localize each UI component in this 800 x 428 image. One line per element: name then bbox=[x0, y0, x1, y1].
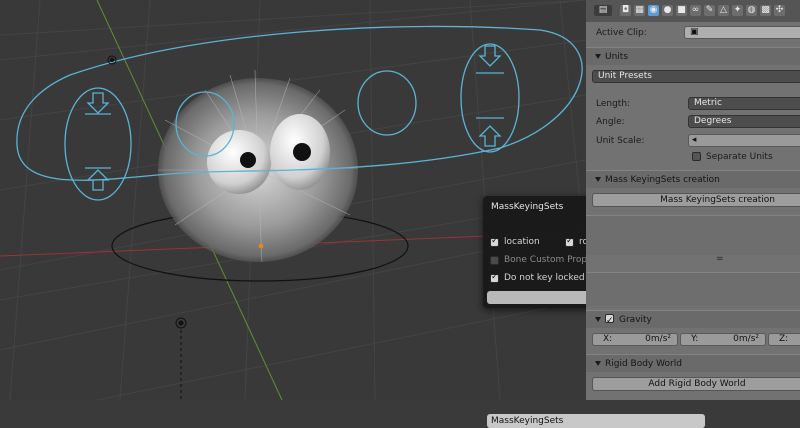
unit-scale-label: Unit Scale: bbox=[596, 136, 645, 146]
world-icon[interactable]: ● bbox=[662, 5, 673, 16]
object-icon[interactable]: ■ bbox=[676, 5, 687, 16]
hidden-panel-2 bbox=[586, 272, 800, 306]
render-layers-icon[interactable]: ▦ bbox=[634, 5, 645, 16]
locked-channels-checkbox[interactable] bbox=[490, 272, 499, 283]
rigid-body-world-panel-header[interactable]: Rigid Body World bbox=[586, 354, 800, 372]
angle-dropdown[interactable]: Degrees bbox=[688, 115, 800, 128]
collapse-triangle-icon bbox=[595, 54, 601, 59]
add-rigid-body-world-button[interactable]: Add Rigid Body World bbox=[592, 377, 800, 391]
scene-icon[interactable]: ◉ bbox=[648, 5, 659, 16]
location-label: location bbox=[504, 237, 540, 247]
keying-set-name-field[interactable]: MassKeyingSets bbox=[487, 414, 705, 428]
material-icon[interactable]: ◍ bbox=[746, 5, 757, 16]
units-panel-header[interactable]: Units bbox=[586, 47, 800, 65]
z-label: Z: bbox=[779, 334, 789, 344]
active-clip-label: Active Clip: bbox=[596, 28, 647, 38]
collapse-triangle-icon bbox=[595, 177, 601, 182]
popup-title: MassKeyingSets bbox=[491, 202, 564, 212]
scene-menu-icon[interactable]: ▤ bbox=[594, 5, 612, 16]
bone-custom-properties-checkbox[interactable] bbox=[490, 256, 499, 265]
active-clip-field[interactable]: ▣ bbox=[684, 26, 800, 39]
gravity-y-field[interactable]: Y: 0m/s² bbox=[680, 333, 766, 346]
render-icon[interactable]: ◘ bbox=[620, 5, 631, 16]
origin-point bbox=[258, 243, 264, 249]
data-icon[interactable]: △ bbox=[718, 5, 729, 16]
gravity-checkbox[interactable] bbox=[605, 312, 614, 330]
x-label: X: bbox=[603, 334, 613, 344]
gravity-panel-header[interactable]: Gravity bbox=[586, 310, 800, 330]
particles-icon[interactable]: ✣ bbox=[774, 5, 785, 16]
gravity-z-field[interactable]: Z: bbox=[768, 333, 800, 346]
mass-header-label: Mass KeyingSets creation bbox=[605, 175, 720, 185]
y-label: Y: bbox=[691, 334, 699, 344]
location-checkbox[interactable] bbox=[490, 236, 499, 247]
units-header-label: Units bbox=[605, 52, 629, 62]
left-eye bbox=[207, 130, 271, 194]
unit-scale-field[interactable]: ◂ bbox=[688, 134, 800, 147]
y-value: 0m/s² bbox=[733, 334, 759, 344]
separate-units-label: Separate Units bbox=[706, 152, 773, 162]
angle-label: Angle: bbox=[596, 117, 625, 127]
texture-icon[interactable]: ▩ bbox=[760, 5, 771, 16]
hidden-panel bbox=[586, 215, 800, 255]
unit-presets-menu[interactable]: Unit Presets bbox=[592, 70, 800, 83]
rotation-checkbox[interactable] bbox=[565, 236, 574, 247]
separate-units-checkbox[interactable] bbox=[692, 152, 701, 161]
constraints-icon[interactable]: ∞ bbox=[690, 5, 701, 16]
gravity-x-field[interactable]: X: 0m/s² bbox=[592, 333, 678, 346]
bone-icon[interactable]: ✦ bbox=[732, 5, 743, 16]
mass-keyingsets-button[interactable]: Mass KeyingSets creation bbox=[592, 193, 800, 207]
rigid-header-label: Rigid Body World bbox=[605, 359, 682, 369]
gravity-label: Gravity bbox=[619, 315, 652, 325]
equals-marker: = bbox=[716, 254, 724, 264]
length-dropdown[interactable]: Metric bbox=[688, 97, 800, 110]
modifiers-icon[interactable]: ✎ bbox=[704, 5, 715, 16]
properties-tab-bar: ▤ ◘ ▦ ◉ ● ■ ∞ ✎ △ ✦ ◍ ▩ ✣ bbox=[586, 0, 800, 22]
collapse-triangle-icon bbox=[595, 361, 601, 366]
x-value: 0m/s² bbox=[645, 334, 671, 344]
mass-keyingsets-panel-header[interactable]: Mass KeyingSets creation bbox=[586, 170, 800, 188]
properties-editor: ▤ ◘ ▦ ◉ ● ■ ∞ ✎ △ ✦ ◍ ▩ ✣ Active Clip: ▣… bbox=[586, 0, 800, 400]
collapse-triangle-icon bbox=[595, 317, 601, 322]
length-label: Length: bbox=[596, 99, 631, 109]
